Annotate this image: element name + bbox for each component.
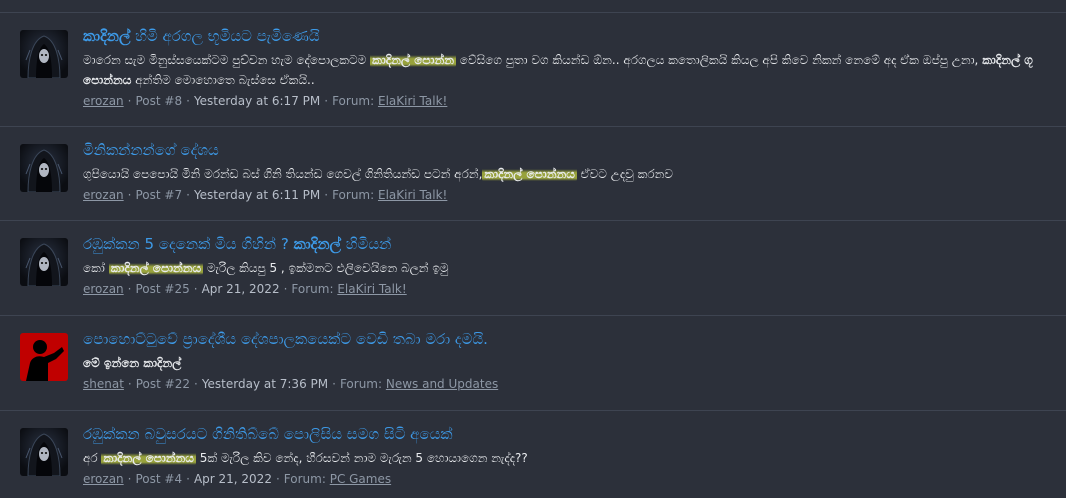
post-time: Yesterday at 7:36 PM [201,377,329,391]
result-meta: erozan · Post #8 · Yesterday at 6:17 PM · Foru… [83,94,448,108]
snippet-text: අර [83,451,102,465]
snippet-text: අන්තිම මොහොතෙ බැස්සෙ ඒකයි.. [131,73,315,87]
result-meta: erozan · Post #4 · Apr 21, 2022 · Forum: PC Ga… [83,472,392,486]
avatar[interactable] [20,238,68,286]
search-results-list: කාදිනල් හිමි අරගල භූමියට පැමිණෙයි මාරෙන … [0,0,1066,498]
post-number: Post #22 [135,377,190,391]
username-link[interactable]: erozan [83,94,124,108]
result-title-link[interactable]: රඹුක්කන 5 දෙනෙක් මිය ගිහින් ? කාදිනල් හි… [83,234,1056,254]
username-link[interactable]: shenat [83,377,124,391]
result-title-link[interactable]: රඹුක්කන බවුසරයට ගිනිතිබ්බේ පොලිසිය සමග ස… [83,424,1056,444]
snippet-text: මාරෙන සැම මිනුස්සයෙක්ටම පුච්චන හැම දේපොල… [83,53,371,67]
highlighted-term: කාදිනල් පොන්න [370,53,456,67]
snippet-text: 5ක් මැරිල කිව නේද, හීරසවන් නාම මැරුන 5 හ… [195,451,528,465]
snippet-text: මැරිල කියපු 5 , ඉක්මනට එලිවෙයිනෙ බලන් ඉම… [203,261,449,275]
post-number: Post #4 [135,472,183,486]
search-result: පොහොට්ටුවේ ප්‍රාදේශීය දේශපාලකයෙක්ට වෙඩි … [0,315,1066,409]
search-result: රඹුක්කන 5 දෙනෙක් මිය ගිහින් ? කාදිනල් හි… [0,220,1066,314]
result-snippet: මේ ඉන්නෙ කාදිනල් [83,353,1056,373]
avatar[interactable] [20,30,68,78]
result-meta: shenat · Post #22 · Yesterday at 7:36 PM · For… [83,377,499,391]
result-title-link[interactable]: කාදිනල් හිමි අරගල භූමියට පැමිණෙයි [83,26,1056,46]
result-title-link[interactable]: පොහොට්ටුවේ ප්‍රාදේශීය දේශපාලකයෙක්ට වෙඩි … [83,329,1056,349]
search-result: රඹුක්කන බවුසරයට ගිනිතිබ්බේ පොලිසිය සමග ස… [0,410,1066,498]
result-title-link[interactable]: මිනිකන්නන්ගේ දේශය [83,140,1056,160]
snippet-text: ඒවට උදවු කරනව [576,167,673,181]
post-number: Post #7 [135,188,183,202]
forum-label: Forum: [339,377,383,391]
snippet-text: වේසිගෙ පුතා වග කියන්ඩ ඕන.. අරගලය කතොලිකය… [455,53,983,67]
post-time: Apr 21, 2022 [193,472,272,486]
bold-term: මේ ඉන්නෙ කාදිනල් [83,356,182,370]
search-result: මිනිකන්නන්ගේ දේශය ගුපියොයි පෙපොයි මිනි ම… [0,126,1066,218]
result-meta: erozan · Post #7 · Yesterday at 6:11 PM · Foru… [83,188,448,202]
result-meta: erozan · Post #25 · Apr 21, 2022 · Forum: ElaK… [83,282,407,296]
search-result: කාදිනල් හිමි අරගල භූමියට පැමිණෙයි මාරෙන … [0,12,1066,119]
forum-link[interactable]: ElaKiri Talk! [337,282,406,296]
forum-link[interactable]: News and Updates [386,377,498,391]
result-snippet: මාරෙන සැම මිනුස්සයෙක්ටම පුච්චන හැම දේපොල… [83,50,1056,90]
post-number: Post #25 [135,282,190,296]
highlighted-term: කාදිනල් පොන්නය [101,451,196,465]
forum-label: Forum: [332,188,375,202]
avatar[interactable] [20,144,68,192]
snippet-text: කෝ [83,261,109,275]
forum-link[interactable]: PC Games [330,472,391,486]
username-link[interactable]: erozan [83,472,124,486]
highlighted-term: කාදිනල් පොන්නය [482,167,577,181]
result-snippet: ගුපියොයි පෙපොයි මිනි මරන්ඩ බස් ගිනි තියන… [83,164,1056,184]
post-time: Apr 21, 2022 [201,282,280,296]
result-snippet: කෝ කාදිනල් පොන්නය මැරිල කියපු 5 , ඉක්මනට… [83,258,1056,278]
post-time: Yesterday at 6:11 PM [193,188,321,202]
forum-label: Forum: [291,282,334,296]
forum-link[interactable]: ElaKiri Talk! [378,188,447,202]
forum-link[interactable]: ElaKiri Talk! [378,94,447,108]
username-link[interactable]: erozan [83,282,124,296]
avatar[interactable] [20,333,68,381]
highlighted-term: කාදිනල් පොන්නය [108,261,204,275]
forum-label: Forum: [332,94,375,108]
username-link[interactable]: erozan [83,188,124,202]
forum-label: Forum: [283,472,326,486]
avatar[interactable] [20,428,68,476]
post-time: Yesterday at 6:17 PM [193,94,321,108]
post-number: Post #8 [135,94,183,108]
result-snippet: අර කාදිනල් පොන්නය 5ක් මැරිල කිව නේද, හීර… [83,448,1056,468]
snippet-text: ගුපියොයි පෙපොයි මිනි මරන්ඩ බස් ගිනි තියන… [83,167,483,181]
